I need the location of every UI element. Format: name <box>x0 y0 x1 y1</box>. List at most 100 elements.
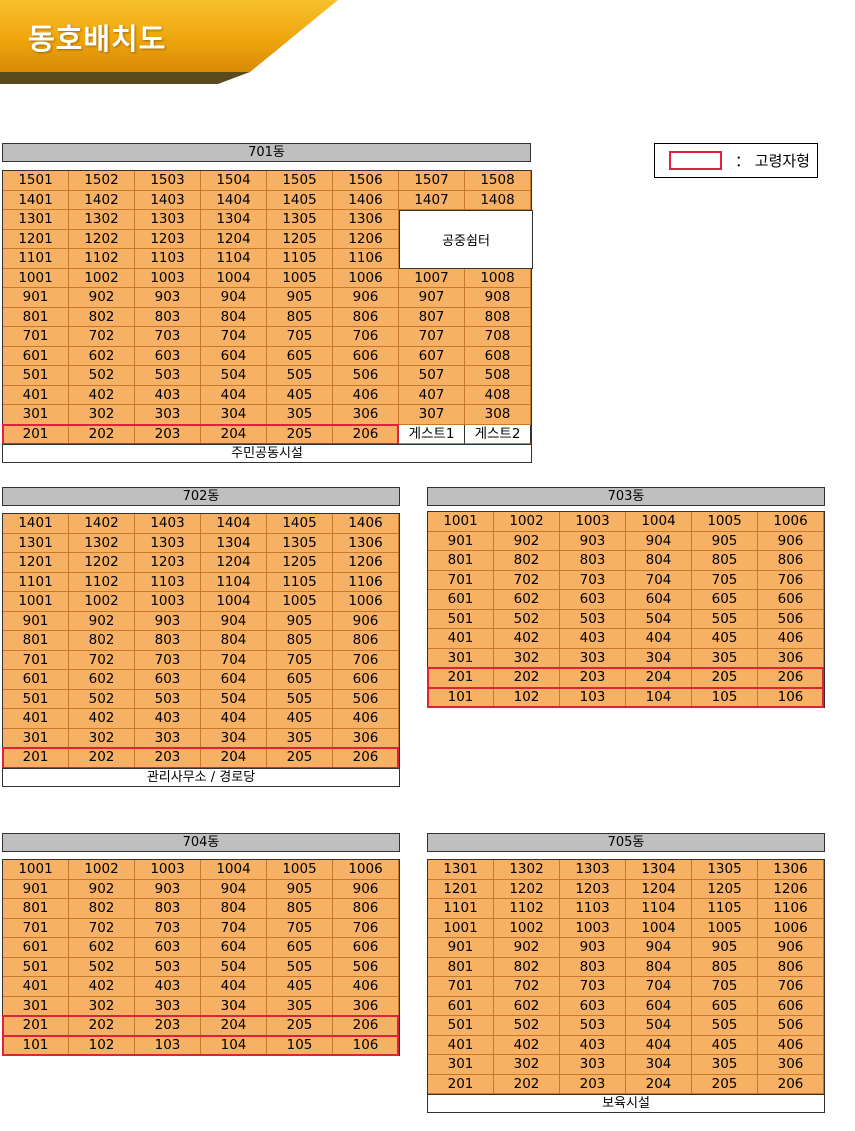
unit-cell: 904 <box>201 288 267 308</box>
unit-cell: 1201 <box>3 553 69 573</box>
unit-cell: 1303 <box>135 533 201 553</box>
unit-cell: 406 <box>758 629 824 649</box>
unit-cell: 1303 <box>560 860 626 880</box>
unit-cell: 303 <box>135 728 201 748</box>
unit-cell: 504 <box>201 957 267 977</box>
unit-cell: 503 <box>135 366 201 386</box>
unit-cell: 801 <box>428 957 494 977</box>
unit-cell: 802 <box>69 899 135 919</box>
unit-cell: 905 <box>267 288 333 308</box>
unit-cell: 304 <box>626 1055 692 1075</box>
unit-cell: 806 <box>758 957 824 977</box>
unit-cell: 1104 <box>626 899 692 919</box>
unit-cell: 1302 <box>69 210 135 230</box>
unit-cell: 1502 <box>69 171 135 191</box>
unit-cell: 601 <box>3 938 69 958</box>
unit-cell: 505 <box>267 366 333 386</box>
unit-cell: 401 <box>3 977 69 997</box>
unit-cell: 1001 <box>3 592 69 612</box>
unit-cell: 406 <box>333 709 399 729</box>
unit-cell: 406 <box>333 977 399 997</box>
unit-cell: 1201 <box>428 879 494 899</box>
unit-cell: 601 <box>3 346 69 366</box>
unit-cell: 706 <box>758 977 824 997</box>
unit-cell: 1003 <box>135 860 201 880</box>
unit-cell: 706 <box>333 918 399 938</box>
unit-cell: 1405 <box>267 514 333 534</box>
unit-cell: 1404 <box>201 514 267 534</box>
unit-cell: 1306 <box>758 860 824 880</box>
unit-cell: 802 <box>69 631 135 651</box>
unit-cell: 202 <box>494 668 560 688</box>
unit-grid: 1401 1402 1403 1404 1405 1406 1301 1302 1303 1304… <box>2 513 400 769</box>
unit-cell: 1006 <box>333 268 399 288</box>
building-header: 703동 <box>427 487 825 506</box>
unit-cell: 303 <box>560 648 626 668</box>
unit-cell: 1205 <box>267 229 333 249</box>
unit-cell: 205 <box>692 668 758 688</box>
unit-cell: 603 <box>135 938 201 958</box>
unit-cell: 1305 <box>692 860 758 880</box>
unit-cell: 901 <box>3 611 69 631</box>
unit-cell: 802 <box>69 307 135 327</box>
unit-cell: 302 <box>69 728 135 748</box>
unit-cell: 1506 <box>333 171 399 191</box>
unit-cell: 1101 <box>3 249 69 269</box>
unit-cell: 1508 <box>465 171 531 191</box>
unit-cell: 1407 <box>399 190 465 210</box>
unit-cell: 602 <box>69 938 135 958</box>
unit-cell: 1504 <box>201 171 267 191</box>
unit-grid: 1001 1002 1003 1004 1005 1006 901 902 903 904 905 9… <box>2 859 400 1056</box>
unit-cell: 1003 <box>560 918 626 938</box>
unit-cell: 1002 <box>69 268 135 288</box>
unit-cell: 501 <box>3 689 69 709</box>
unit-cell: 907 <box>399 288 465 308</box>
unit-cell: 305 <box>267 405 333 425</box>
unit-cell: 606 <box>758 996 824 1016</box>
unit-cell: 401 <box>428 1035 494 1055</box>
unit-cell: 801 <box>3 631 69 651</box>
building-header: 701동 <box>2 143 531 162</box>
unit-cell: 604 <box>626 590 692 610</box>
unit-cell: 502 <box>494 609 560 629</box>
unit-cell: 1006 <box>758 918 824 938</box>
unit-cell: 403 <box>560 629 626 649</box>
unit-cell: 102 <box>69 1035 135 1055</box>
unit-cell: 1201 <box>3 229 69 249</box>
unit-cell: 1204 <box>626 879 692 899</box>
unit-cell: 505 <box>267 957 333 977</box>
unit-cell: 1105 <box>267 249 333 269</box>
unit-cell: 506 <box>333 366 399 386</box>
unit-cell: 402 <box>494 1035 560 1055</box>
unit-cell: 405 <box>267 709 333 729</box>
unit-cell: 604 <box>626 996 692 1016</box>
unit-cell: 1005 <box>267 860 333 880</box>
unit-cell: 906 <box>758 938 824 958</box>
unit-cell: 1001 <box>428 512 494 532</box>
unit-cell: 403 <box>560 1035 626 1055</box>
unit-cell: 104 <box>626 687 692 707</box>
unit-cell: 1406 <box>333 190 399 210</box>
unit-cell: 605 <box>692 590 758 610</box>
unit-cell: 1106 <box>333 572 399 592</box>
unit-cell: 204 <box>626 1074 692 1094</box>
unit-cell: 805 <box>267 899 333 919</box>
unit-cell: 608 <box>465 346 531 366</box>
unit-cell: 702 <box>494 977 560 997</box>
unit-cell: 202 <box>494 1074 560 1094</box>
unit-cell: 706 <box>333 327 399 347</box>
unit-cell: 1104 <box>201 249 267 269</box>
unit-cell: 405 <box>692 1035 758 1055</box>
unit-cell: 402 <box>69 709 135 729</box>
unit-cell: 501 <box>428 609 494 629</box>
unit-cell: 1003 <box>560 512 626 532</box>
unit-cell: 503 <box>135 689 201 709</box>
unit-cell: 1104 <box>201 572 267 592</box>
unit-cell: 703 <box>135 650 201 670</box>
unit-cell: 1002 <box>494 918 560 938</box>
unit-cell: 901 <box>3 288 69 308</box>
unit-cell: 701 <box>428 977 494 997</box>
unit-cell: 303 <box>135 405 201 425</box>
unit-cell: 906 <box>333 288 399 308</box>
unit-cell: 701 <box>3 650 69 670</box>
